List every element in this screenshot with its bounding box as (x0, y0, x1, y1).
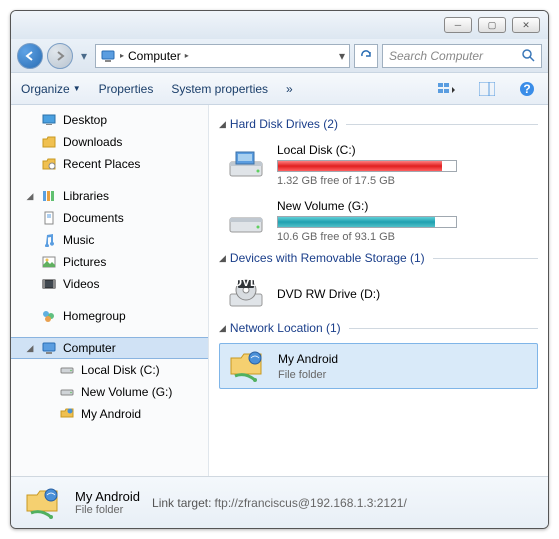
window-controls: ─ ▢ ✕ (444, 17, 540, 33)
titlebar: ─ ▢ ✕ (11, 11, 548, 39)
network-folder-icon (59, 406, 75, 422)
sidebar-item-computer[interactable]: ◢ Computer (11, 337, 208, 359)
music-icon (41, 232, 57, 248)
overflow-button[interactable]: » (286, 82, 293, 96)
details-type: File folder (75, 504, 140, 516)
drive-free-space: 10.6 GB free of 93.1 GB (277, 231, 532, 243)
computer-icon (100, 48, 116, 64)
expand-icon[interactable]: ◢ (25, 191, 35, 202)
main-pane: ◢ Hard Disk Drives (2) Local Disk (C:) 1… (209, 105, 548, 476)
address-dropdown[interactable]: ▾ (339, 49, 345, 63)
drive-type: File folder (278, 369, 531, 381)
drive-name: DVD RW Drive (D:) (277, 287, 532, 301)
hard-drive-icon (225, 147, 267, 183)
downloads-icon (41, 134, 57, 150)
svg-text:DVD: DVD (233, 278, 259, 289)
forward-button[interactable] (47, 43, 73, 69)
sidebar-item-my-android[interactable]: My Android (11, 403, 208, 425)
sidebar-item-libraries[interactable]: ◢ Libraries (11, 185, 208, 207)
drive-icon (59, 362, 75, 378)
libraries-icon (41, 188, 57, 204)
drive-name: My Android (278, 352, 531, 366)
drive-icon (59, 384, 75, 400)
recent-places-icon (41, 156, 57, 172)
collapse-icon: ◢ (219, 323, 226, 334)
refresh-button[interactable] (354, 44, 378, 68)
content-area: Desktop Downloads Recent Places ◢ Librar… (11, 105, 548, 476)
expand-icon[interactable]: ◢ (25, 343, 35, 354)
command-bar: Organize▼ Properties System properties »… (11, 73, 548, 105)
arrow-right-icon (54, 50, 66, 62)
desktop-icon (41, 112, 57, 128)
network-folder-icon (226, 348, 268, 384)
drive-free-space: 1.32 GB free of 17.5 GB (277, 175, 532, 187)
preview-pane-button[interactable] (476, 78, 498, 100)
svg-text:?: ? (523, 82, 530, 96)
group-network-location[interactable]: ◢ Network Location (1) (219, 321, 538, 335)
search-icon (522, 49, 535, 62)
sidebar-item-downloads[interactable]: Downloads (11, 131, 208, 153)
organize-menu[interactable]: Organize▼ (21, 82, 81, 96)
view-options-button[interactable] (436, 78, 458, 100)
drive-my-android[interactable]: My Android File folder (219, 343, 538, 389)
drive-dvd[interactable]: DVD DVD RW Drive (D:) (219, 273, 538, 317)
navigation-pane: Desktop Downloads Recent Places ◢ Librar… (11, 105, 209, 476)
sidebar-item-videos[interactable]: Videos (11, 273, 208, 295)
drive-name: New Volume (G:) (277, 199, 532, 213)
sidebar-item-new-g[interactable]: New Volume (G:) (11, 381, 208, 403)
sidebar-item-desktop[interactable]: Desktop (11, 109, 208, 131)
collapse-icon: ◢ (219, 119, 226, 130)
breadcrumb-separator: ▸ (185, 51, 189, 60)
group-hard-disk-drives[interactable]: ◢ Hard Disk Drives (2) (219, 117, 538, 131)
homegroup-icon (41, 308, 57, 324)
breadcrumb-item[interactable]: Computer (128, 49, 181, 63)
address-bar[interactable]: ▸ Computer ▸ ▾ (95, 44, 350, 68)
search-input[interactable]: Search Computer (382, 44, 542, 68)
usage-bar (277, 160, 457, 172)
network-folder-icon (23, 483, 63, 523)
refresh-icon (359, 49, 373, 63)
sidebar-item-recent[interactable]: Recent Places (11, 153, 208, 175)
help-button[interactable]: ? (516, 78, 538, 100)
sidebar-item-music[interactable]: Music (11, 229, 208, 251)
computer-icon (41, 340, 57, 356)
drive-name: Local Disk (C:) (277, 143, 532, 157)
sidebar-item-local-c[interactable]: Local Disk (C:) (11, 359, 208, 381)
explorer-window: ─ ▢ ✕ ▾ ▸ Computer ▸ ▾ Search Computer (10, 10, 549, 529)
maximize-button[interactable]: ▢ (478, 17, 506, 33)
minimize-button[interactable]: ─ (444, 17, 472, 33)
drive-local-c[interactable]: Local Disk (C:) 1.32 GB free of 17.5 GB (219, 139, 538, 191)
group-removable-storage[interactable]: ◢ Devices with Removable Storage (1) (219, 251, 538, 265)
documents-icon (41, 210, 57, 226)
properties-button[interactable]: Properties (99, 82, 154, 96)
back-button[interactable] (17, 43, 43, 69)
drive-new-g[interactable]: New Volume (G:) 10.6 GB free of 93.1 GB (219, 195, 538, 247)
arrow-left-icon (24, 50, 36, 62)
sidebar-item-documents[interactable]: Documents (11, 207, 208, 229)
sidebar-item-pictures[interactable]: Pictures (11, 251, 208, 273)
breadcrumb-separator: ▸ (120, 51, 124, 60)
dvd-drive-icon: DVD (225, 277, 267, 313)
details-link-label: Link target: (152, 496, 211, 510)
system-properties-button[interactable]: System properties (171, 82, 268, 96)
search-placeholder: Search Computer (389, 49, 483, 63)
videos-icon (41, 276, 57, 292)
details-pane: My Android File folder Link target: ftp:… (11, 476, 548, 528)
collapse-icon: ◢ (219, 253, 226, 264)
close-button[interactable]: ✕ (512, 17, 540, 33)
navigation-bar: ▾ ▸ Computer ▸ ▾ Search Computer (11, 39, 548, 73)
details-link-target: ftp://zfranciscus@192.168.1.3:2121/ (214, 496, 406, 510)
pictures-icon (41, 254, 57, 270)
usage-bar (277, 216, 457, 228)
sidebar-item-homegroup[interactable]: Homegroup (11, 305, 208, 327)
hard-drive-icon (225, 203, 267, 239)
history-dropdown[interactable]: ▾ (77, 46, 91, 66)
details-name: My Android (75, 489, 140, 504)
